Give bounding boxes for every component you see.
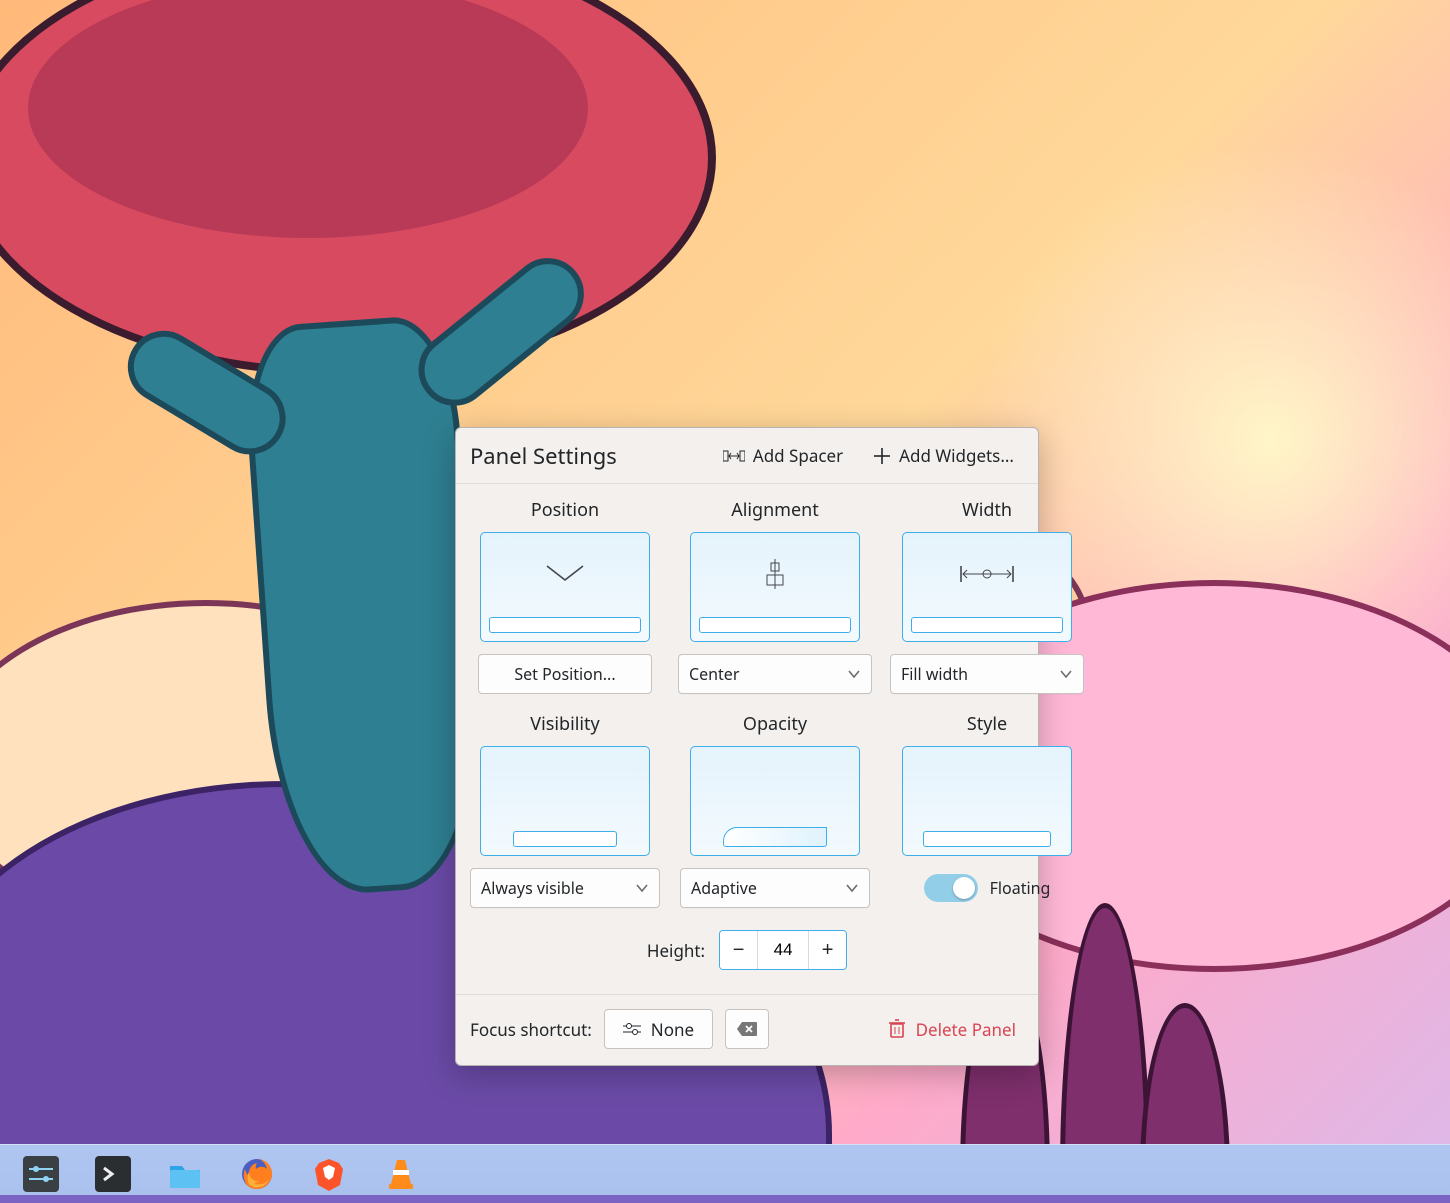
folder-icon: [167, 1156, 203, 1192]
width-select[interactable]: Fill width: [890, 654, 1084, 694]
height-label: Height:: [647, 939, 705, 962]
popup-title: Panel Settings: [470, 441, 617, 471]
terminal-icon: [95, 1156, 131, 1192]
add-widgets-button[interactable]: Add Widgets...: [863, 438, 1024, 473]
chevron-down-icon: [847, 669, 861, 679]
visibility-select[interactable]: Always visible: [470, 868, 660, 908]
height-input[interactable]: [758, 931, 808, 969]
taskbar: [0, 1144, 1450, 1203]
brave-icon: [311, 1156, 347, 1192]
visibility-label: Visibility: [530, 712, 599, 736]
focus-shortcut-label: Focus shortcut:: [470, 1018, 592, 1041]
chevron-down-icon: [635, 883, 649, 893]
width-preview[interactable]: [902, 532, 1072, 642]
task-vlc[interactable]: [380, 1153, 422, 1195]
chevron-down-icon: [845, 883, 859, 893]
plus-icon: [873, 447, 891, 465]
focus-shortcut-button[interactable]: None: [604, 1009, 713, 1049]
task-dolphin[interactable]: [164, 1153, 206, 1195]
panel-settings-popup: Panel Settings Add Spacer Add Widgets...…: [455, 427, 1039, 1066]
fit-width-icon: [959, 564, 1015, 584]
position-label: Position: [531, 498, 599, 522]
add-spacer-icon: [723, 449, 745, 463]
visibility-preview[interactable]: [480, 746, 650, 856]
settings-icon: [23, 1156, 59, 1192]
add-spacer-label: Add Spacer: [753, 444, 843, 467]
add-spacer-button[interactable]: Add Spacer: [713, 438, 853, 473]
focus-shortcut-value: None: [651, 1018, 694, 1041]
task-system-settings[interactable]: [20, 1153, 62, 1195]
height-spinbox: − +: [719, 930, 847, 970]
task-konsole[interactable]: [92, 1153, 134, 1195]
task-firefox[interactable]: [236, 1153, 278, 1195]
chevron-down-icon: [543, 562, 587, 586]
align-center-icon: [759, 559, 791, 589]
floating-toggle[interactable]: [924, 874, 978, 902]
delete-panel-label: Delete Panel: [916, 1018, 1016, 1041]
alignment-select[interactable]: Center: [678, 654, 872, 694]
add-widgets-label: Add Widgets...: [899, 444, 1014, 467]
width-label: Width: [962, 498, 1012, 522]
alignment-label: Alignment: [731, 498, 819, 522]
trash-icon: [888, 1019, 906, 1039]
delete-panel-button[interactable]: Delete Panel: [880, 1012, 1024, 1047]
set-position-button[interactable]: Set Position...: [478, 654, 652, 694]
task-brave[interactable]: [308, 1153, 350, 1195]
floating-label: Floating: [990, 877, 1051, 899]
alignment-preview[interactable]: [690, 532, 860, 642]
opacity-label: Opacity: [743, 712, 807, 736]
chevron-down-icon: [1059, 669, 1073, 679]
vlc-icon: [383, 1156, 419, 1192]
position-preview[interactable]: [480, 532, 650, 642]
clear-shortcut-button[interactable]: [725, 1009, 769, 1049]
opacity-preview[interactable]: [690, 746, 860, 856]
backspace-icon: [736, 1021, 758, 1037]
style-preview[interactable]: [902, 746, 1072, 856]
height-decrement-button[interactable]: −: [720, 931, 758, 969]
opacity-select[interactable]: Adaptive: [680, 868, 870, 908]
style-label: Style: [967, 712, 1007, 736]
firefox-icon: [239, 1156, 275, 1192]
sliders-icon: [623, 1022, 641, 1036]
height-increment-button[interactable]: +: [808, 931, 846, 969]
